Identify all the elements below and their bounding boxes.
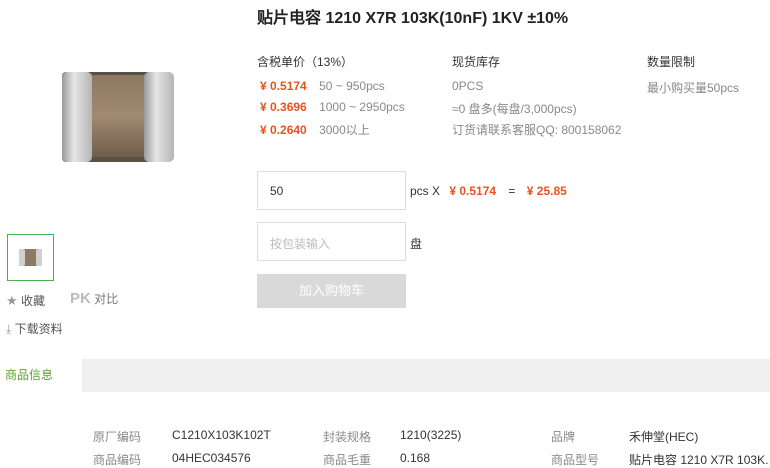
limit-text: 最小购买量50pcs xyxy=(647,81,740,95)
tier-price: ¥ 0.2640 xyxy=(260,123,307,137)
spec-value: 0.168 xyxy=(400,451,431,465)
order-unit-price: ¥ 0.5174 xyxy=(449,184,497,198)
product-image xyxy=(0,30,232,220)
spec-value: 禾伸堂(HEC) xyxy=(629,430,699,444)
compare-label: 对比 xyxy=(94,292,119,306)
favorite-button[interactable]: ★ 收藏 xyxy=(6,292,45,309)
reel-unit: 盘 xyxy=(410,237,423,251)
quantity-input[interactable]: 50 xyxy=(257,171,406,210)
pk-badge: PK xyxy=(70,290,91,307)
spec-value: 1210(3225) xyxy=(400,428,462,442)
download-icon: ⤓ xyxy=(6,322,12,336)
spec-value: 04HEC034576 xyxy=(172,451,251,465)
stock-qty: 0PCS xyxy=(452,79,484,93)
spec-label: 原厂编码 xyxy=(93,430,142,444)
product-thumbnail[interactable] xyxy=(7,234,54,281)
spec-value: C1210X103K102T xyxy=(172,428,271,442)
quantity-value: 50 xyxy=(270,184,284,198)
price-tier: ¥ 0.2640 3000以上 xyxy=(260,121,370,138)
compare-button[interactable]: PK 对比 xyxy=(70,290,118,307)
download-button[interactable]: ⤓ 下载资料 xyxy=(6,320,63,337)
equals-sign: = xyxy=(508,184,516,198)
stock-contact: 订货请联系客服QQ: 800158062 xyxy=(452,123,622,137)
spec-label: 品牌 xyxy=(551,430,576,444)
tier-price: ¥ 0.5174 xyxy=(260,79,307,93)
product-title: 贴片电容 1210 X7R 103K(10nF) 1KV ±10% xyxy=(257,10,569,27)
star-icon: ★ xyxy=(6,293,18,308)
spec-label: 商品毛重 xyxy=(323,453,372,467)
order-summary: pcs X ¥ 0.5174 = ¥ 25.85 xyxy=(410,184,567,198)
stock-reels: ≈0 盘多(每盘/3,000pcs) xyxy=(452,102,577,116)
price-tier: ¥ 0.3696 1000 ~ 2950pcs xyxy=(260,100,405,114)
spec-value: 贴片电容 1210 X7R 103K. xyxy=(629,453,769,467)
reel-input[interactable]: 按包装输入 xyxy=(257,222,406,261)
order-total: ¥ 25.85 xyxy=(526,184,567,198)
qty-unit: pcs X xyxy=(410,184,441,198)
tier-price: ¥ 0.3696 xyxy=(260,100,307,114)
favorite-label: 收藏 xyxy=(21,294,46,308)
spec-label: 商品编码 xyxy=(93,453,142,467)
tier-range: 1000 ~ 2950pcs xyxy=(319,100,405,114)
tier-range: 3000以上 xyxy=(319,123,370,137)
download-label: 下载资料 xyxy=(14,322,63,336)
tier-range: 50 ~ 950pcs xyxy=(319,79,385,93)
reel-placeholder: 按包装输入 xyxy=(270,237,331,251)
pricing-header: 含税单价（13%） xyxy=(257,55,354,69)
price-tier: ¥ 0.5174 50 ~ 950pcs xyxy=(260,79,385,93)
stock-header: 现货库存 xyxy=(452,55,501,69)
spec-label: 商品型号 xyxy=(551,453,600,467)
tab-product-info[interactable]: 商品信息 xyxy=(0,359,82,392)
spec-label: 封装规格 xyxy=(323,430,372,444)
add-to-cart-button[interactable]: 加入购物车 xyxy=(257,274,406,308)
limit-header: 数量限制 xyxy=(647,55,696,69)
tab-bar xyxy=(0,359,770,392)
